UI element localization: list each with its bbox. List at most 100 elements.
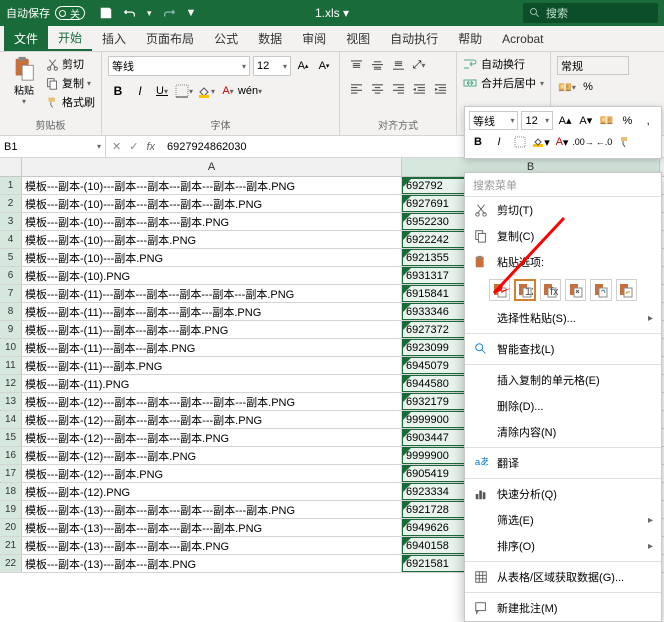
- tab-layout[interactable]: 页面布局: [136, 26, 204, 51]
- cell[interactable]: 模板---副本-(12)---副本---副本---副本---副本---副本.PN…: [22, 393, 402, 410]
- phonetic-button[interactable]: wén▾: [240, 82, 260, 100]
- menu-search-input[interactable]: 搜索菜单: [465, 173, 661, 197]
- copy-button[interactable]: 复制▾: [46, 75, 95, 91]
- currency-icon[interactable]: 💴▾: [557, 78, 577, 96]
- cell[interactable]: 模板---副本-(11)---副本.PNG: [22, 357, 402, 374]
- menu-delete[interactable]: 删除(D)...: [465, 393, 661, 419]
- redo-icon[interactable]: [162, 6, 176, 20]
- paste-formatting-icon[interactable]: [590, 279, 611, 301]
- cell[interactable]: 模板---副本-(12)---副本---副本.PNG: [22, 447, 402, 464]
- cell[interactable]: 模板---副本-(11).PNG: [22, 375, 402, 392]
- align-bottom-icon[interactable]: [388, 56, 408, 74]
- row-header[interactable]: 19: [0, 501, 22, 518]
- cell[interactable]: 模板---副本-(10)---副本---副本---副本---副本---副本.PN…: [22, 177, 402, 194]
- menu-clear[interactable]: 清除内容(N): [465, 419, 661, 445]
- row-header[interactable]: 18: [0, 483, 22, 500]
- cell[interactable]: 模板---副本-(12).PNG: [22, 483, 402, 500]
- cell[interactable]: 模板---副本-(11)---副本---副本---副本---副本---副本.PN…: [22, 285, 402, 302]
- align-top-icon[interactable]: [346, 56, 366, 74]
- tab-insert[interactable]: 插入: [92, 26, 136, 51]
- align-middle-icon[interactable]: [367, 56, 387, 74]
- cell[interactable]: 模板---副本-(13)---副本---副本.PNG: [22, 555, 402, 572]
- underline-button[interactable]: U▾: [152, 82, 172, 100]
- tab-formulas[interactable]: 公式: [204, 26, 248, 51]
- mini-font-color-icon[interactable]: A▾: [553, 133, 571, 151]
- select-all-corner[interactable]: [0, 158, 22, 176]
- paste-transpose-icon[interactable]: [565, 279, 586, 301]
- menu-paste-special[interactable]: 选择性粘贴(S)...▸: [465, 305, 661, 331]
- menu-sort[interactable]: 排序(O)▸: [465, 533, 661, 559]
- border-button[interactable]: ▾: [174, 82, 194, 100]
- paste-all-icon[interactable]: [489, 279, 510, 301]
- mini-format-painter-icon[interactable]: [616, 133, 634, 151]
- tab-data[interactable]: 数据: [248, 26, 292, 51]
- menu-new-note[interactable]: 新建批注(M): [465, 595, 661, 621]
- row-header[interactable]: 11: [0, 357, 22, 374]
- align-left-icon[interactable]: [346, 79, 366, 97]
- cell[interactable]: 模板---副本-(10).PNG: [22, 267, 402, 284]
- menu-filter[interactable]: 筛选(E)▸: [465, 507, 661, 533]
- row-header[interactable]: 9: [0, 321, 22, 338]
- indent-decrease-icon[interactable]: [409, 79, 429, 97]
- cell[interactable]: 模板---副本-(10)---副本---副本---副本---副本.PNG: [22, 195, 402, 212]
- italic-button[interactable]: I: [130, 82, 150, 100]
- menu-translate[interactable]: aあ 翻译: [465, 450, 661, 476]
- increase-font-icon[interactable]: A▴: [294, 57, 312, 75]
- undo-icon[interactable]: [123, 6, 137, 20]
- row-header[interactable]: 16: [0, 447, 22, 464]
- mini-increase-font-icon[interactable]: A▴: [556, 112, 574, 130]
- mini-border-icon[interactable]: [511, 133, 529, 151]
- row-header[interactable]: 10: [0, 339, 22, 356]
- mini-fill-icon[interactable]: ▾: [532, 133, 550, 151]
- mini-size-select[interactable]: 12▾: [521, 111, 553, 130]
- fx-icon[interactable]: fx: [146, 141, 155, 153]
- row-header[interactable]: 3: [0, 213, 22, 230]
- autosave-toggle[interactable]: 自动保存 关: [6, 5, 85, 21]
- search-input[interactable]: 搜索: [523, 3, 658, 23]
- row-header[interactable]: 12: [0, 375, 22, 392]
- mini-decimal-dec-icon[interactable]: ←.0: [595, 133, 613, 151]
- cell[interactable]: 模板---副本-(13)---副本---副本---副本---副本.PNG: [22, 519, 402, 536]
- align-center-icon[interactable]: [367, 79, 387, 97]
- cell[interactable]: 模板---副本-(12)---副本.PNG: [22, 465, 402, 482]
- align-right-icon[interactable]: [388, 79, 408, 97]
- tab-review[interactable]: 审阅: [292, 26, 336, 51]
- cell[interactable]: 模板---副本-(11)---副本---副本---副本.PNG: [22, 321, 402, 338]
- row-header[interactable]: 17: [0, 465, 22, 482]
- cell[interactable]: 模板---副本-(12)---副本---副本---副本.PNG: [22, 429, 402, 446]
- fill-color-button[interactable]: ▾: [196, 82, 216, 100]
- row-header[interactable]: 1: [0, 177, 22, 194]
- save-icon[interactable]: [99, 6, 113, 20]
- number-format-select[interactable]: 常规: [557, 56, 629, 75]
- cell[interactable]: 模板---副本-(10)---副本---副本.PNG: [22, 231, 402, 248]
- column-header[interactable]: A: [22, 158, 402, 176]
- confirm-icon[interactable]: ✓: [129, 140, 138, 153]
- cell[interactable]: 模板---副本-(12)---副本---副本---副本---副本.PNG: [22, 411, 402, 428]
- row-header[interactable]: 5: [0, 249, 22, 266]
- mini-bold-button[interactable]: B: [469, 133, 487, 151]
- tab-help[interactable]: 帮助: [448, 26, 492, 51]
- tab-view[interactable]: 视图: [336, 26, 380, 51]
- mini-currency-icon[interactable]: 💴: [598, 112, 616, 130]
- menu-smart-lookup[interactable]: 智能查找(L): [465, 336, 661, 362]
- tab-automate[interactable]: 自动执行: [380, 26, 448, 51]
- orientation-icon[interactable]: ⤢▾: [409, 56, 429, 74]
- row-header[interactable]: 14: [0, 411, 22, 428]
- mini-font-select[interactable]: 等线▾: [469, 111, 518, 130]
- row-header[interactable]: 15: [0, 429, 22, 446]
- cell[interactable]: 模板---副本-(10)---副本.PNG: [22, 249, 402, 266]
- paste-link-icon[interactable]: [616, 279, 637, 301]
- row-header[interactable]: 2: [0, 195, 22, 212]
- row-header[interactable]: 4: [0, 231, 22, 248]
- name-box[interactable]: B1▾: [0, 136, 106, 157]
- merge-center-button[interactable]: 合并后居中▾: [463, 75, 544, 91]
- row-header[interactable]: 20: [0, 519, 22, 536]
- font-color-button[interactable]: A▾: [218, 82, 238, 100]
- cell[interactable]: 模板---副本-(10)---副本---副本---副本.PNG: [22, 213, 402, 230]
- row-header[interactable]: 6: [0, 267, 22, 284]
- cell[interactable]: 模板---副本-(11)---副本---副本---副本---副本.PNG: [22, 303, 402, 320]
- mini-italic-button[interactable]: I: [490, 133, 508, 151]
- paste-button[interactable]: 粘贴 ▾: [6, 54, 42, 116]
- mini-decrease-font-icon[interactable]: A▾: [577, 112, 595, 130]
- cell[interactable]: 模板---副本-(13)---副本---副本---副本---副本---副本.PN…: [22, 501, 402, 518]
